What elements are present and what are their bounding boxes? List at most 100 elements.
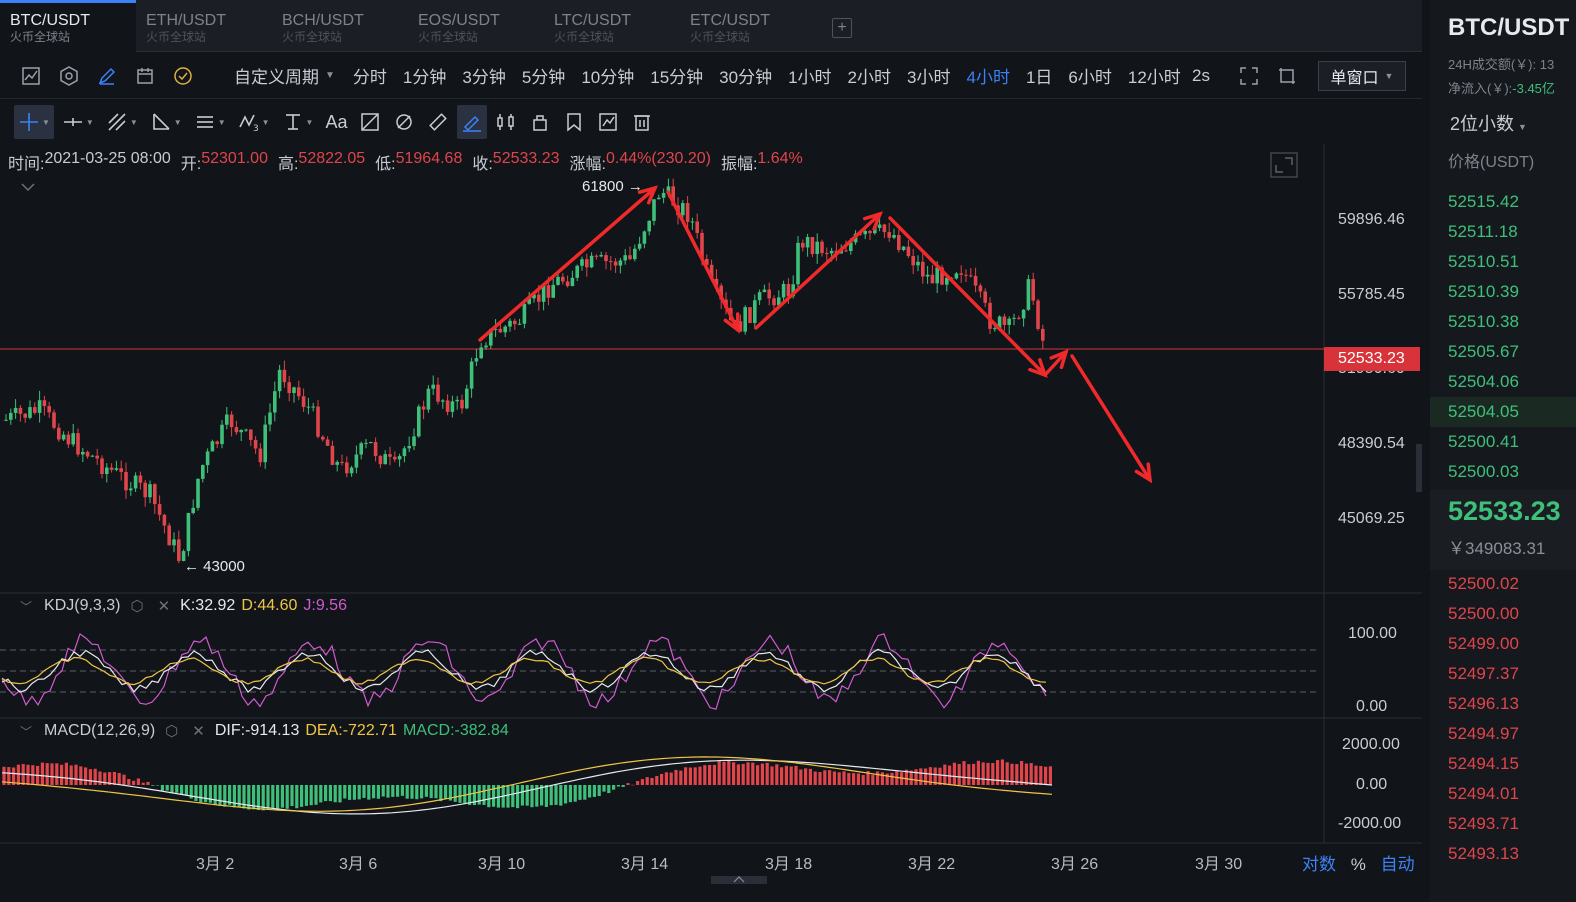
ask-price-row[interactable]: 52511.18 — [1430, 217, 1576, 247]
bid-price-row[interactable]: 52494.15 — [1430, 749, 1576, 779]
bid-price-row[interactable]: 52499.00 — [1430, 629, 1576, 659]
candle-body — [623, 255, 627, 261]
candle-body — [537, 294, 541, 302]
interval-option[interactable]: 5分钟 — [514, 63, 573, 88]
tab-btc-usdt[interactable]: BTC/USDT 火币全球站 — [0, 0, 136, 52]
decimals-select[interactable]: 2位小数 ▼ — [1450, 110, 1527, 136]
horizontal-line-tool[interactable]: ▼ — [58, 105, 98, 139]
indicator-icon[interactable] — [164, 61, 202, 91]
trend-line-tool[interactable]: ▼ — [102, 105, 142, 139]
tab-eos-usdt[interactable]: EOS/USDT 火币全球站 — [408, 0, 544, 52]
macd-hist-bar — [170, 785, 174, 793]
chevron-down-icon[interactable]: ﹀ — [20, 723, 32, 740]
continuous-draw-tool[interactable] — [457, 105, 488, 139]
bid-price-row[interactable]: 52500.02 — [1430, 569, 1576, 599]
bid-price-row[interactable]: 52496.13 — [1430, 689, 1576, 719]
fibonacci-tool[interactable]: 3 ▼ — [234, 105, 274, 139]
angle-tool[interactable]: ▼ — [146, 105, 186, 139]
macd-hist-bar — [151, 785, 155, 786]
chart-type-icon[interactable] — [12, 61, 50, 91]
macd-hist-bar — [314, 785, 318, 805]
text-tool[interactable]: Aa — [321, 105, 351, 139]
candle-body — [508, 320, 512, 327]
tab-bch-usdt[interactable]: BCH/USDT 火币全球站 — [272, 0, 408, 52]
bookmark-tool[interactable] — [559, 105, 589, 139]
macd-name: MACD(12,26,9) — [44, 722, 156, 739]
interval-option[interactable]: 10分钟 — [573, 63, 642, 88]
screenshot-icon[interactable] — [1268, 61, 1306, 91]
ask-price-row[interactable]: 52510.39 — [1430, 277, 1576, 307]
interval-option[interactable]: 1日 — [1018, 63, 1060, 88]
bid-price-row[interactable]: 52493.13 — [1430, 839, 1576, 869]
delete-drawings-tool[interactable] — [627, 105, 657, 139]
net-inflow-label: 净流入(￥): — [1448, 81, 1513, 96]
interval-option[interactable]: 2小时 — [840, 63, 899, 88]
hide-drawings-tool[interactable] — [389, 105, 419, 139]
interval-option[interactable]: 4小时 — [958, 63, 1017, 88]
candle-body — [268, 412, 272, 425]
chevron-down-icon[interactable]: ﹀ — [20, 598, 32, 615]
ask-price-row[interactable]: 52504.05 — [1430, 397, 1576, 427]
candle-body — [109, 467, 114, 470]
close-icon[interactable]: ✕ — [192, 722, 205, 740]
chart-area[interactable] — [0, 144, 1424, 889]
fullscreen-icon[interactable] — [1230, 61, 1268, 91]
log-scale-toggle[interactable]: 对数 — [1302, 855, 1336, 874]
timeline-tool[interactable] — [593, 105, 623, 139]
pattern-tool[interactable] — [355, 105, 385, 139]
custom-period-dropdown[interactable]: 自定义周期 ▼ — [234, 63, 335, 88]
bid-price-row[interactable]: 52497.37 — [1430, 659, 1576, 689]
refresh-speed[interactable]: 2s — [1192, 66, 1210, 86]
bid-price-row[interactable]: 52500.00 — [1430, 599, 1576, 629]
parallel-channel-tool[interactable]: ▼ — [190, 105, 230, 139]
settings-icon[interactable]: ⬡ — [165, 722, 178, 740]
ask-price-row[interactable]: 52505.67 — [1430, 337, 1576, 367]
tab-etc-usdt[interactable]: ETC/USDT 火币全球站 — [680, 0, 816, 52]
macd-hist-bar — [986, 762, 990, 785]
interval-option[interactable]: 30分钟 — [711, 63, 780, 88]
interval-option[interactable]: 3小时 — [899, 63, 958, 88]
interval-option[interactable]: 15分钟 — [642, 63, 711, 88]
interval-option[interactable]: 分时 — [345, 63, 395, 88]
bid-price-row[interactable]: 52494.01 — [1430, 779, 1576, 809]
draw-pen-icon[interactable] — [88, 61, 126, 91]
percent-scale-toggle[interactable]: % — [1351, 855, 1366, 874]
candle-body — [114, 468, 119, 470]
ask-price-row[interactable]: 52510.38 — [1430, 307, 1576, 337]
calendar-icon[interactable] — [126, 61, 164, 91]
candle-body — [229, 414, 234, 428]
magnet-tool[interactable] — [491, 105, 521, 139]
lock-drawings-tool[interactable] — [525, 105, 555, 139]
interval-option[interactable]: 12小时 — [1120, 63, 1189, 88]
ask-price-row[interactable]: 52500.41 — [1430, 427, 1576, 457]
close-icon[interactable]: ✕ — [158, 597, 171, 615]
ruler-tool[interactable] — [423, 105, 453, 139]
macd-hist-bar — [688, 767, 692, 785]
macd-dea-value: DEA:-722.71 — [305, 722, 397, 739]
interval-option[interactable]: 3分钟 — [454, 63, 513, 88]
tab-eth-usdt[interactable]: ETH/USDT 火币全球站 — [136, 0, 272, 52]
bid-price-row[interactable]: 52493.71 — [1430, 809, 1576, 839]
interval-option[interactable]: 1小时 — [780, 63, 839, 88]
window-mode-select[interactable]: 单窗口 ▼ — [1318, 61, 1406, 91]
order-book-sidebar: BTC/USDT 24H成交额(￥): 13 净流入(￥):-3.45亿 2位小… — [1430, 0, 1576, 902]
ask-price-row[interactable]: 52500.03 — [1430, 457, 1576, 487]
ask-price-row[interactable]: 52504.06 — [1430, 367, 1576, 397]
macd-hist-bar — [213, 785, 217, 805]
interval-option[interactable]: 6小时 — [1060, 63, 1119, 88]
ask-price-row[interactable]: 52510.51 — [1430, 247, 1576, 277]
chevron-down-icon: ▼ — [1384, 71, 1394, 81]
tab-ltc-usdt[interactable]: LTC/USDT 火币全球站 — [544, 0, 680, 52]
measure-tool[interactable]: ▼ — [278, 105, 318, 139]
interval-option[interactable]: 1分钟 — [395, 63, 454, 88]
auto-scale-toggle[interactable]: 自动 — [1381, 855, 1415, 874]
candle-body — [829, 250, 834, 254]
bid-price-row[interactable]: 52494.97 — [1430, 719, 1576, 749]
settings-icon[interactable]: ⬡ — [130, 597, 143, 615]
settings-icon[interactable] — [50, 61, 88, 91]
ask-price-row[interactable]: 52515.42 — [1430, 187, 1576, 217]
macd-hist-bar — [559, 785, 563, 806]
crosshair-tool[interactable]: ▼ — [14, 105, 54, 139]
add-tab-button[interactable]: + — [832, 17, 852, 38]
candlestick-chart-svg[interactable] — [0, 144, 1424, 884]
